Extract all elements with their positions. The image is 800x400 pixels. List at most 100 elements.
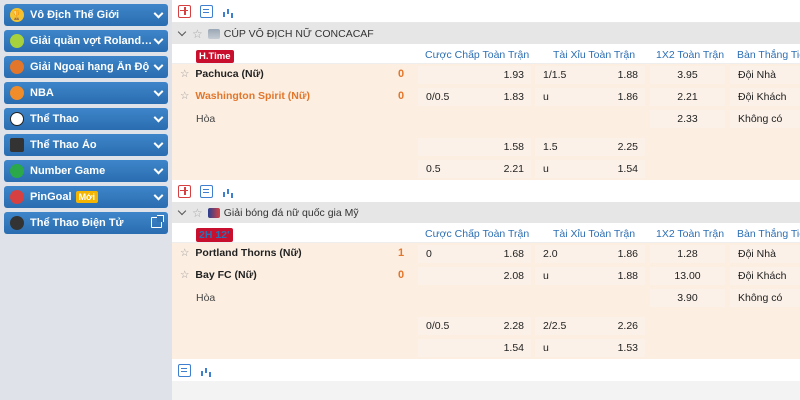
odds-cell[interactable]: u 1.53	[535, 339, 645, 357]
odds-cell[interactable]: u 1.88	[535, 267, 645, 285]
headset-icon	[10, 216, 24, 230]
odds-cell[interactable]: u 1.86	[535, 88, 645, 106]
odds-value: 2.33	[677, 113, 698, 125]
odds-cell[interactable]: 2/2.5 2.26	[535, 317, 645, 335]
odds-cell[interactable]: 13.00	[650, 267, 725, 285]
odds-cell[interactable]: 0/0.5 1.83	[418, 88, 531, 106]
odds-cell[interactable]: 3.95	[650, 66, 725, 84]
odds-cell[interactable]: 1.28	[650, 245, 725, 263]
chevron-down-icon[interactable]	[153, 8, 164, 19]
sidebar-item-virtual-sports[interactable]: Thể Thao Ảo	[4, 134, 168, 156]
odds-cell[interactable]: Đội Nhà	[730, 66, 800, 84]
sidebar-item-nba[interactable]: NBA	[4, 82, 168, 104]
odds-value: 1.86	[617, 248, 638, 260]
stats-icon[interactable]	[222, 5, 235, 18]
odds-cell[interactable]: 2.33	[650, 110, 725, 128]
match-toolbar	[172, 180, 800, 202]
odds-cell[interactable]: 1/1.5 1.88	[535, 66, 645, 84]
header-over-under: Tài Xỉu Toàn Trận	[553, 228, 636, 240]
list-icon[interactable]	[200, 4, 213, 18]
league-logo-icon	[207, 207, 220, 218]
chevron-down-icon[interactable]	[153, 138, 164, 149]
expand-icon[interactable]	[178, 4, 191, 18]
chevron-down-icon[interactable]	[153, 164, 164, 175]
cricket-icon	[10, 60, 24, 74]
alt-line-row: 0/0.5 2.28 2/2.5 2.26	[172, 315, 800, 337]
league-header[interactable]: ☆ Giải bóng đá nữ quốc gia Mỹ	[172, 202, 800, 223]
odds-cell[interactable]: Không có	[730, 289, 800, 307]
odds-cell[interactable]: 1.58	[418, 138, 531, 156]
odds-value: 1.93	[503, 69, 524, 81]
outcome-label: Đội Nhà	[738, 69, 776, 81]
odds-value: 1.88	[617, 270, 638, 282]
sidebar-item-roland-garros[interactable]: Giải quần vợt Roland-G...	[4, 30, 168, 52]
ou-line: u	[543, 91, 549, 103]
team-row: ☆ Washington Spirit (Nữ) 0 0/0.5 1.83 u 1.8…	[172, 86, 800, 108]
basketball-icon	[10, 86, 24, 100]
sidebar-item-label: Thể Thao Điện Tử	[30, 217, 124, 229]
sidebar-item-label: Giải quần vợt Roland-G...	[30, 35, 155, 47]
odds-panel: ☆ CÚP VÔ ĐỊCH NỮ CONCACAF Cược Chấp Toàn…	[172, 0, 800, 400]
odds-cell[interactable]: 2.0 1.86	[535, 245, 645, 263]
sidebar-item-label: Vô Địch Thế Giới	[30, 9, 120, 21]
sidebar-item-world-cup[interactable]: 🏆 Vô Địch Thế Giới	[4, 4, 168, 26]
star-icon[interactable]: ☆	[180, 247, 189, 259]
handicap-line: 0/0.5	[426, 91, 450, 103]
odds-cell[interactable]: 0 1.68	[418, 245, 531, 263]
sidebar-item-label: Giải Ngoại hạng Ấn Độ	[30, 61, 150, 73]
star-icon[interactable]: ☆	[180, 90, 189, 102]
away-team: ☆ Washington Spirit (Nữ)	[180, 90, 310, 102]
sidebar-item-number-game[interactable]: Number Game	[4, 160, 168, 182]
sidebar-item-esports[interactable]: Thể Thao Điện Tử	[4, 212, 168, 234]
odds-cell[interactable]: u 1.54	[535, 160, 645, 178]
star-icon[interactable]: ☆	[192, 27, 203, 41]
odds-cell[interactable]: 0/0.5 2.28	[418, 317, 531, 335]
chevron-down-icon[interactable]	[177, 206, 187, 216]
chevron-down-icon[interactable]	[153, 86, 164, 97]
soccer-icon	[10, 112, 24, 126]
outcome-label: Đội Khách	[738, 270, 787, 282]
number-ball-icon	[10, 164, 24, 178]
sidebar-item-sports[interactable]: Thể Thao	[4, 108, 168, 130]
chevron-down-icon[interactable]	[153, 60, 164, 71]
odds-cell[interactable]: Đội Khách	[730, 267, 800, 285]
header-next-goal: Bàn Thắng Tiế	[737, 49, 800, 61]
star-icon[interactable]: ☆	[180, 269, 189, 281]
stats-icon[interactable]	[222, 185, 235, 198]
home-team-name: Portland Thorns (Nữ)	[195, 247, 302, 259]
chevron-down-icon[interactable]	[153, 190, 164, 201]
ou-line: 1/1.5	[543, 69, 567, 81]
star-icon[interactable]: ☆	[180, 68, 189, 80]
odds-cell[interactable]: 1.5 2.25	[535, 138, 645, 156]
odds-cell[interactable]: 0.5 2.21	[418, 160, 531, 178]
odds-cell[interactable]: 3.90	[650, 289, 725, 307]
status-badge: H.Time	[196, 50, 234, 63]
chevron-down-icon[interactable]	[153, 34, 164, 45]
chevron-down-icon[interactable]	[153, 112, 164, 123]
alt-line-row: 0.5 2.21 u 1.54	[172, 158, 800, 180]
home-team-name: Pachuca (Nữ)	[195, 68, 264, 80]
odds-value: 2.21	[503, 163, 524, 175]
league-header[interactable]: ☆ CÚP VÔ ĐỊCH NỮ CONCACAF	[172, 23, 800, 44]
odds-cell[interactable]: Đội Khách	[730, 88, 800, 106]
odds-cell[interactable]: 1.54	[418, 339, 531, 357]
toolbar	[172, 0, 800, 23]
sidebar-item-ipl[interactable]: Giải Ngoại hạng Ấn Độ	[4, 56, 168, 78]
stats-icon[interactable]	[200, 364, 213, 377]
draw-row: Hòa 3.90 Không có	[172, 287, 800, 309]
league-logo-icon	[207, 28, 220, 39]
chevron-down-icon[interactable]	[177, 27, 187, 37]
odds-cell[interactable]: Đội Nhà	[730, 245, 800, 263]
odds-cell[interactable]: 2.08	[418, 267, 531, 285]
odds-cell[interactable]: Không có	[730, 110, 800, 128]
odds-cell[interactable]: 2.21	[650, 88, 725, 106]
star-icon[interactable]: ☆	[192, 206, 203, 220]
list-icon[interactable]	[200, 184, 213, 198]
away-score: 0	[398, 269, 405, 281]
sidebar-item-pingoal[interactable]: PinGoal Mới	[4, 186, 168, 208]
external-link-icon[interactable]	[151, 215, 164, 228]
odds-cell[interactable]: 1.93	[418, 66, 531, 84]
expand-icon[interactable]	[178, 184, 191, 198]
trophy-icon: 🏆	[10, 8, 24, 22]
list-icon[interactable]	[178, 363, 191, 377]
